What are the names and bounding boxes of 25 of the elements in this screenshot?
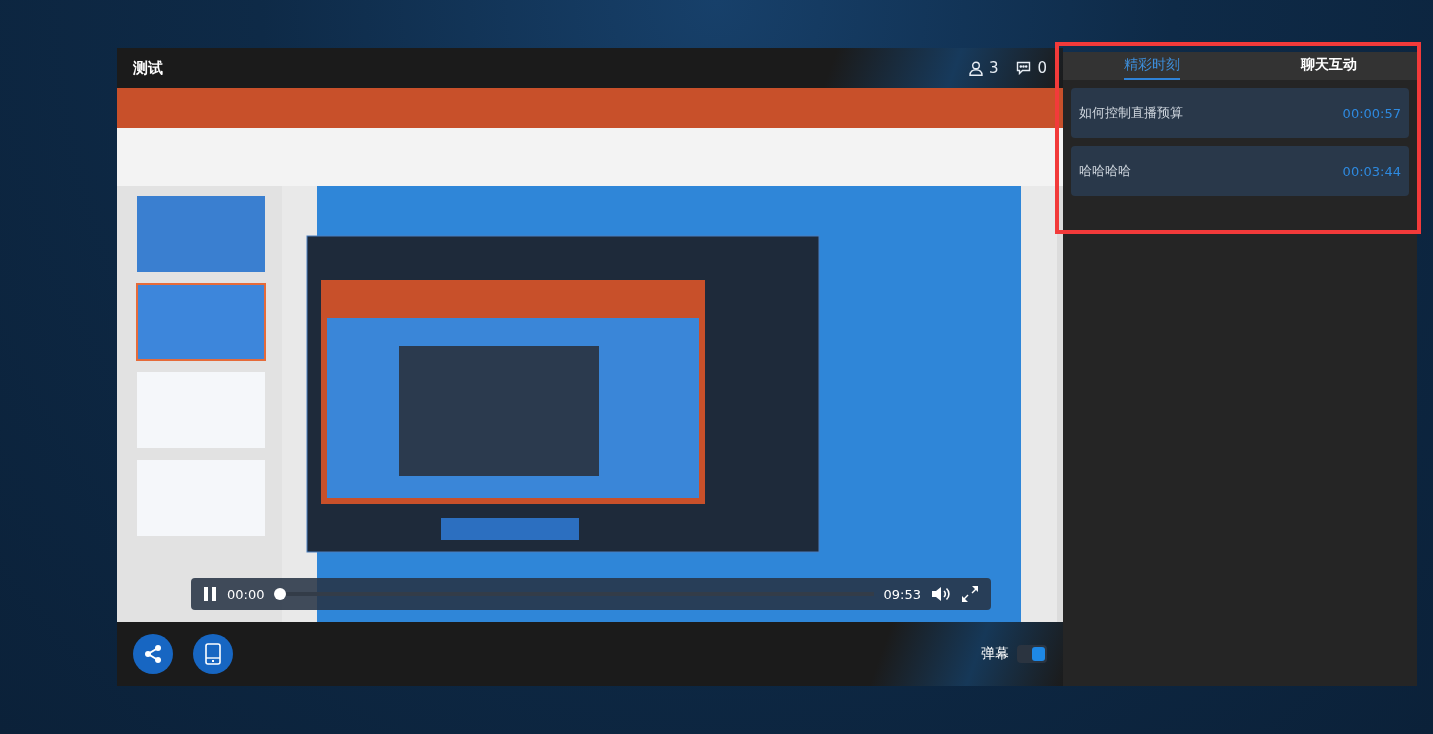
tablet-icon xyxy=(205,643,221,665)
danmaku-toggle[interactable] xyxy=(1017,645,1047,663)
current-time: 00:00 xyxy=(227,586,265,602)
moment-title: 哈哈哈哈 xyxy=(1079,162,1131,180)
share-icon xyxy=(142,643,164,665)
tablet-button[interactable] xyxy=(193,634,233,674)
pause-button[interactable] xyxy=(203,586,217,602)
viewer-count: 3 xyxy=(988,59,999,77)
comment-icon xyxy=(1016,61,1032,75)
share-button[interactable] xyxy=(133,634,173,674)
volume-button[interactable] xyxy=(931,586,951,602)
moment-time: 00:00:57 xyxy=(1342,105,1401,121)
person-icon xyxy=(968,60,983,76)
danmaku-label: 弹幕 xyxy=(981,645,1009,663)
progress-handle[interactable] xyxy=(274,588,287,600)
panel-tab[interactable]: 聊天互动 xyxy=(1240,52,1417,80)
moment-card[interactable]: 如何控制直播预算 00:00:57 xyxy=(1071,88,1409,138)
fullscreen-button[interactable] xyxy=(961,585,979,603)
moment-title: 如何控制直播预算 xyxy=(1079,104,1183,122)
panel-tab[interactable]: 精彩时刻 xyxy=(1063,52,1240,80)
moment-card[interactable]: 哈哈哈哈 00:03:44 xyxy=(1071,146,1409,196)
video-title: 测试 xyxy=(133,58,164,78)
comment-count: 0 xyxy=(1037,59,1047,77)
duration-time: 09:53 xyxy=(883,586,921,602)
moment-time: 00:03:44 xyxy=(1342,163,1401,179)
